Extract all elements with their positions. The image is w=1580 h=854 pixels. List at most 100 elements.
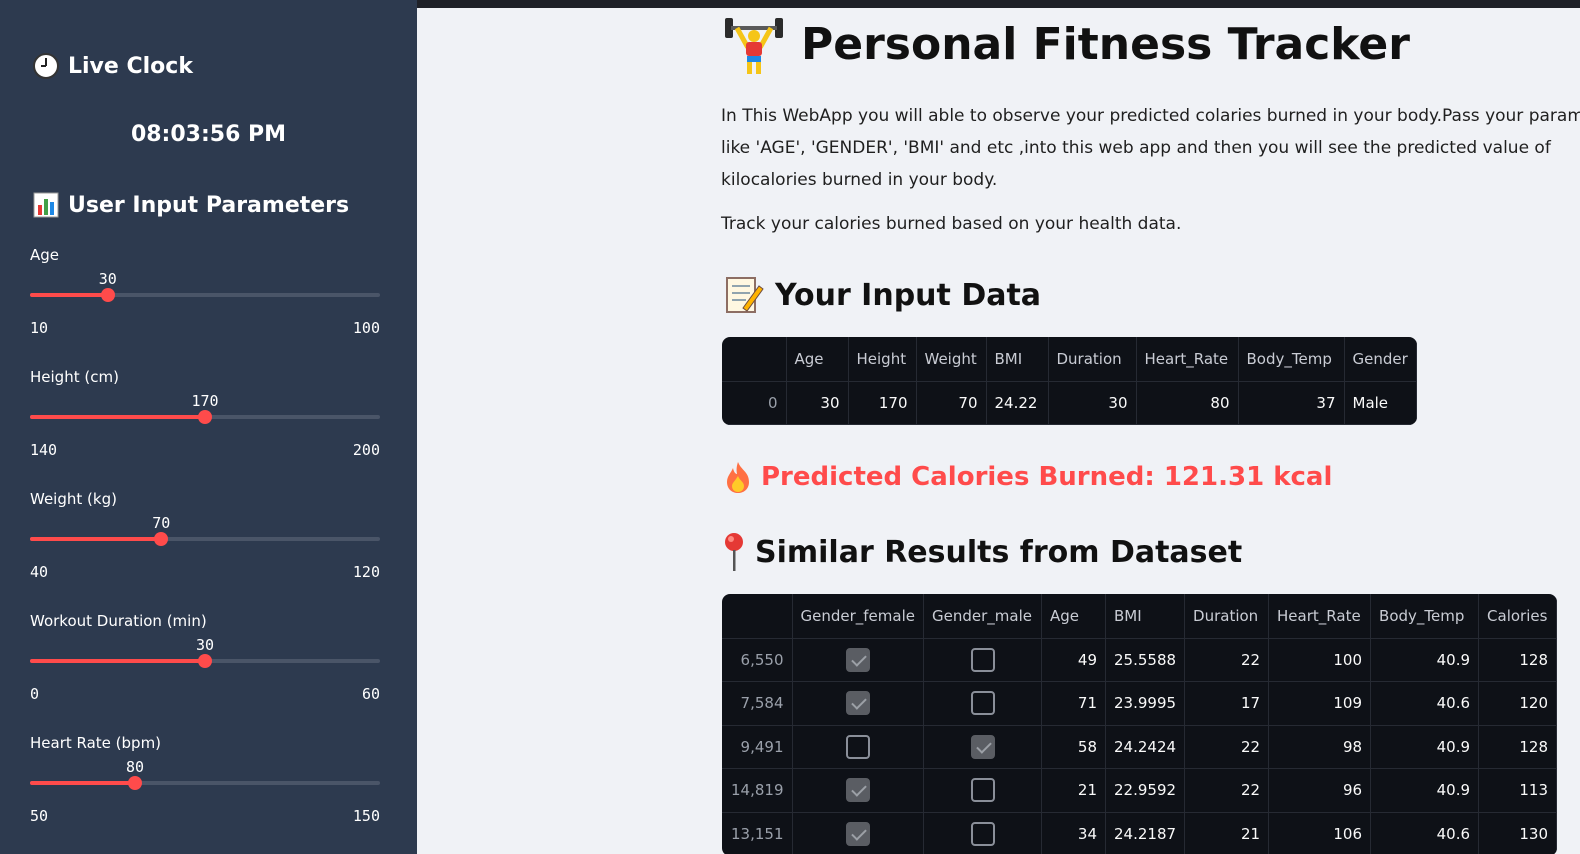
- column-header-age[interactable]: Age: [1041, 594, 1106, 639]
- cell-duration[interactable]: 22: [1184, 768, 1270, 813]
- checkbox-checked[interactable]: [970, 734, 995, 759]
- similar-results-table[interactable]: Gender_female Gender_male Age BMI Durati…: [722, 594, 1558, 854]
- row-index[interactable]: 9,491: [722, 725, 793, 769]
- column-header-weight[interactable]: Weight: [916, 337, 987, 382]
- row-index[interactable]: 13,151: [722, 812, 793, 854]
- slider-thumb[interactable]: [154, 532, 169, 546]
- cell-duration[interactable]: 17: [1184, 681, 1270, 726]
- cell-duration[interactable]: 22: [1184, 638, 1270, 682]
- checkbox-checked[interactable]: [845, 647, 870, 672]
- slider-track[interactable]: [30, 410, 380, 424]
- cell-age[interactable]: 58: [1041, 725, 1106, 769]
- cell-weight[interactable]: 70: [916, 381, 987, 425]
- column-header-gender-male[interactable]: Gender_male: [923, 594, 1042, 639]
- column-header-body-temp[interactable]: Body_Temp: [1238, 337, 1345, 382]
- cell-heart-rate[interactable]: 106: [1268, 812, 1372, 854]
- cell-body-temp[interactable]: 40.9: [1370, 725, 1480, 769]
- heart-rate-slider[interactable]: Heart Rate (bpm) 80 50 150: [30, 734, 380, 834]
- slider-track[interactable]: [30, 288, 380, 302]
- column-header-gender[interactable]: Gender: [1344, 337, 1417, 382]
- slider-track[interactable]: [30, 654, 380, 668]
- age-slider[interactable]: Age 30 10 100: [30, 246, 380, 346]
- cell-age[interactable]: 34: [1041, 812, 1106, 854]
- cell-body-temp[interactable]: 40.9: [1370, 638, 1480, 682]
- cell-age[interactable]: 30: [786, 381, 849, 425]
- cell-calories[interactable]: 130: [1478, 812, 1558, 854]
- input-data-table[interactable]: Age Height Weight BMI Duration Heart_Rat…: [722, 337, 1417, 425]
- cell-bmi[interactable]: 23.9995: [1105, 681, 1186, 726]
- cell-age[interactable]: 49: [1041, 638, 1106, 682]
- cell-age[interactable]: 21: [1041, 768, 1106, 813]
- column-header-age[interactable]: Age: [786, 337, 849, 382]
- cell-calories[interactable]: 113: [1478, 768, 1558, 813]
- slider-thumb[interactable]: [198, 410, 212, 424]
- column-header-height[interactable]: Height: [848, 337, 917, 382]
- slider-track[interactable]: [30, 776, 380, 790]
- cell-gender-male[interactable]: [923, 812, 1042, 854]
- checkbox-unchecked[interactable]: [970, 691, 995, 716]
- column-header-index[interactable]: [722, 594, 793, 639]
- checkbox-unchecked[interactable]: [970, 647, 995, 672]
- slider-thumb[interactable]: [128, 776, 142, 790]
- cell-calories[interactable]: 128: [1478, 638, 1558, 682]
- cell-gender-female[interactable]: [792, 681, 924, 726]
- column-header-calories[interactable]: Calories: [1478, 594, 1558, 639]
- row-index[interactable]: 0: [722, 381, 787, 425]
- cell-duration[interactable]: 21: [1184, 812, 1270, 854]
- cell-gender-male[interactable]: [923, 638, 1042, 682]
- cell-calories[interactable]: 120: [1478, 681, 1558, 726]
- column-header-gender-female[interactable]: Gender_female: [792, 594, 924, 639]
- column-header-duration[interactable]: Duration: [1184, 594, 1270, 639]
- duration-slider[interactable]: Workout Duration (min) 30 0 60: [30, 612, 380, 712]
- cell-gender-male[interactable]: [923, 725, 1042, 769]
- cell-body-temp[interactable]: 40.6: [1370, 681, 1480, 726]
- cell-age[interactable]: 71: [1041, 681, 1106, 726]
- checkbox-checked[interactable]: [845, 778, 870, 803]
- slider-thumb[interactable]: [100, 288, 115, 302]
- intro-line: like 'AGE', 'GENDER', 'BMI' and etc ,int…: [721, 138, 1551, 158]
- cell-bmi[interactable]: 25.5588: [1105, 638, 1186, 682]
- column-header-body-temp[interactable]: Body_Temp: [1370, 594, 1480, 639]
- checkbox-unchecked[interactable]: [970, 821, 995, 846]
- cell-heart-rate[interactable]: 100: [1268, 638, 1372, 682]
- column-header-bmi[interactable]: BMI: [986, 337, 1049, 382]
- row-index[interactable]: 7,584: [722, 681, 793, 726]
- cell-heart-rate[interactable]: 98: [1268, 725, 1372, 769]
- checkbox-unchecked[interactable]: [970, 778, 995, 803]
- cell-bmi[interactable]: 22.9592: [1105, 768, 1186, 813]
- cell-gender-male[interactable]: [923, 681, 1042, 726]
- cell-gender-female[interactable]: [792, 638, 924, 682]
- row-index[interactable]: 6,550: [722, 638, 793, 682]
- cell-bmi[interactable]: 24.2187: [1105, 812, 1186, 854]
- slider-thumb[interactable]: [198, 654, 212, 668]
- cell-heart-rate[interactable]: 80: [1136, 381, 1239, 425]
- cell-duration[interactable]: 22: [1184, 725, 1270, 769]
- cell-body-temp[interactable]: 40.9: [1370, 768, 1480, 813]
- cell-bmi[interactable]: 24.22: [986, 381, 1049, 425]
- cell-gender-female[interactable]: [792, 812, 924, 854]
- cell-body-temp[interactable]: 40.6: [1370, 812, 1480, 854]
- cell-gender-female[interactable]: [792, 725, 924, 769]
- slider-track[interactable]: [30, 532, 380, 546]
- cell-bmi[interactable]: 24.2424: [1105, 725, 1186, 769]
- cell-gender-female[interactable]: [792, 768, 924, 813]
- column-header-heart-rate[interactable]: Heart_Rate: [1136, 337, 1239, 382]
- column-header-heart-rate[interactable]: Heart_Rate: [1268, 594, 1372, 639]
- cell-body-temp[interactable]: 37: [1238, 381, 1345, 425]
- column-header-index[interactable]: [722, 337, 787, 382]
- cell-calories[interactable]: 128: [1478, 725, 1558, 769]
- cell-gender[interactable]: Male: [1344, 381, 1417, 425]
- column-header-bmi[interactable]: BMI: [1105, 594, 1186, 639]
- cell-duration[interactable]: 30: [1048, 381, 1137, 425]
- cell-height[interactable]: 170: [848, 381, 917, 425]
- height-slider[interactable]: Height (cm) 170 140 200: [30, 368, 380, 468]
- weight-slider[interactable]: Weight (kg) 70 40 120: [30, 490, 380, 590]
- column-header-duration[interactable]: Duration: [1048, 337, 1137, 382]
- checkbox-checked[interactable]: [845, 821, 870, 846]
- cell-heart-rate[interactable]: 96: [1268, 768, 1372, 813]
- checkbox-unchecked[interactable]: [845, 734, 870, 759]
- row-index[interactable]: 14,819: [722, 768, 793, 813]
- checkbox-checked[interactable]: [845, 691, 870, 716]
- cell-heart-rate[interactable]: 109: [1268, 681, 1372, 726]
- cell-gender-male[interactable]: [923, 768, 1042, 813]
